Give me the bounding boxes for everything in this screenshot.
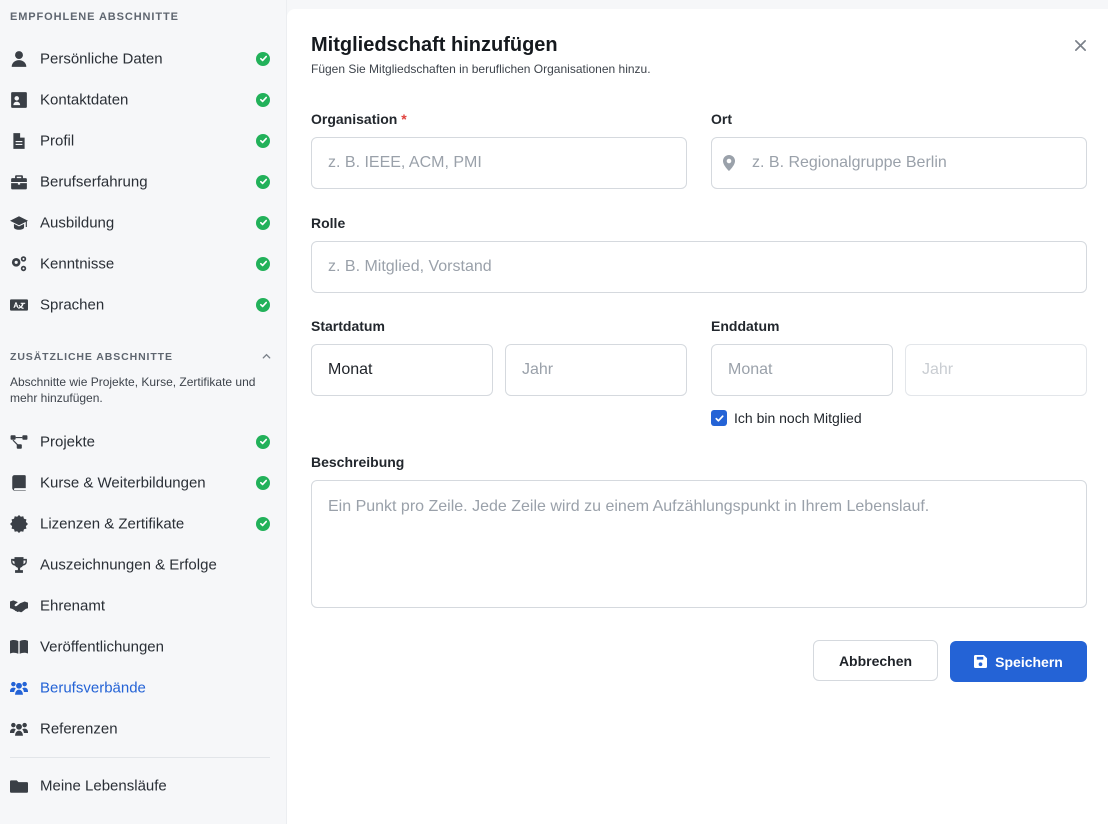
contact-card-icon [10, 91, 28, 109]
gears-icon [10, 255, 28, 273]
additional-sections-description: Abschnitte wie Projekte, Kurse, Zertifik… [10, 375, 256, 405]
sidebar-item-label: Kurse & Weiterbildungen [40, 474, 206, 491]
role-label: Rolle [311, 215, 346, 231]
sidebar-item-label: Meine Lebensläufe [40, 777, 167, 794]
people-icon [10, 720, 28, 738]
language-icon [10, 296, 28, 314]
start-date-label: Startdatum [311, 318, 385, 334]
start-month-select[interactable] [311, 344, 493, 396]
check-icon [256, 475, 270, 490]
handshake-icon [10, 597, 28, 615]
certificate-icon [10, 514, 28, 533]
trophy-icon [10, 556, 28, 574]
sidebar-item-awards[interactable]: Auszeichnungen & Erfolge [0, 544, 287, 585]
floppy-disk-icon [974, 655, 988, 668]
still-member-checkbox[interactable] [711, 410, 727, 426]
sidebar-item-courses[interactable]: Kurse & Weiterbildungen [0, 462, 287, 503]
sidebar-item-label: Sprachen [40, 296, 105, 313]
page-title: Mitgliedschaft hinzufügen [311, 34, 558, 56]
sidebar-item-label: Ehrenamt [40, 597, 106, 614]
sidebar-item-professional-associations[interactable]: Berufsverbände [0, 667, 287, 708]
location-label: Ort [711, 111, 732, 127]
sidebar-item-label: Projekte [40, 433, 96, 450]
check-icon [256, 434, 270, 449]
organisation-input[interactable] [311, 137, 687, 189]
cancel-button[interactable]: Abbrechen [813, 640, 938, 681]
end-month-select[interactable] [711, 344, 893, 396]
sidebar-divider [10, 757, 270, 758]
briefcase-icon [10, 173, 28, 191]
additional-sections-heading: ZUSÄTZLICHE ABSCHNITTE [10, 351, 173, 363]
organisation-label: Organisation * [311, 111, 407, 127]
description-label: Beschreibung [311, 454, 405, 470]
graduation-cap-icon [10, 214, 28, 232]
sidebar-item-volunteering[interactable]: Ehrenamt [0, 585, 287, 626]
check-icon [256, 133, 270, 148]
sidebar-item-profile[interactable]: Profil [0, 120, 287, 161]
document-icon [10, 132, 28, 150]
page-subtitle: Fügen Sie Mitgliedschaften in berufliche… [311, 62, 651, 76]
sidebar: EMPFOHLENE ABSCHNITTE Persönliche Daten … [0, 0, 287, 824]
location-input[interactable] [711, 137, 1087, 189]
diagram-icon [10, 433, 28, 451]
folder-icon [10, 777, 28, 795]
sidebar-item-references[interactable]: Referenzen [0, 708, 287, 749]
recommended-sections-heading: EMPFOHLENE ABSCHNITTE [10, 11, 179, 23]
sidebar-item-label: Kenntnisse [40, 255, 115, 272]
sidebar-item-contact[interactable]: Kontaktdaten [0, 79, 287, 120]
people-group-icon [10, 679, 28, 697]
sidebar-item-projects[interactable]: Projekte [0, 421, 287, 462]
save-button-label: Speichern [995, 653, 1063, 670]
required-mark: * [401, 111, 407, 127]
user-icon [10, 50, 28, 68]
sidebar-item-label: Ausbildung [40, 214, 115, 231]
description-textarea[interactable] [311, 480, 1087, 608]
sidebar-item-label: Kontaktdaten [40, 91, 129, 108]
sidebar-item-label: Profil [40, 132, 75, 149]
sidebar-item-label: Auszeichnungen & Erfolge [40, 556, 217, 573]
sidebar-item-my-resumes[interactable]: Meine Lebensläufe [0, 765, 287, 806]
organisation-label-text: Organisation [311, 111, 398, 127]
membership-form-panel [287, 9, 1108, 824]
start-year-input[interactable] [505, 344, 687, 396]
check-icon [256, 297, 270, 312]
sidebar-item-label: Referenzen [40, 720, 118, 737]
chevron-up-icon[interactable] [259, 349, 273, 363]
check-icon [256, 516, 270, 531]
sidebar-item-publications[interactable]: Veröffentlichungen [0, 626, 287, 667]
save-button[interactable]: Speichern [950, 641, 1087, 682]
sidebar-item-licenses[interactable]: Lizenzen & Zertifikate [0, 503, 287, 544]
end-year-input[interactable] [905, 344, 1087, 396]
sidebar-item-skills[interactable]: Kenntnisse [0, 243, 287, 284]
sidebar-item-label: Persönliche Daten [40, 50, 163, 67]
sidebar-item-experience[interactable]: Berufserfahrung [0, 161, 287, 202]
sidebar-item-label: Berufsverbände [40, 679, 146, 696]
check-icon [256, 256, 270, 271]
check-icon [256, 92, 270, 107]
check-icon [256, 51, 270, 66]
book-icon [10, 474, 28, 492]
sidebar-item-education[interactable]: Ausbildung [0, 202, 287, 243]
sidebar-item-label: Veröffentlichungen [40, 638, 164, 655]
role-input[interactable] [311, 241, 1087, 293]
cancel-button-label: Abbrechen [838, 652, 913, 669]
sidebar-item-label: Lizenzen & Zertifikate [40, 515, 185, 532]
open-book-icon [10, 638, 28, 656]
end-date-label: Enddatum [711, 318, 780, 334]
sidebar-item-languages[interactable]: Sprachen [0, 284, 287, 325]
still-member-label: Ich bin noch Mitglied [734, 410, 862, 426]
sidebar-item-personal-data[interactable]: Persönliche Daten [0, 38, 287, 79]
close-icon[interactable] [1071, 36, 1089, 54]
sidebar-item-label: Berufserfahrung [40, 173, 148, 190]
check-icon [256, 174, 270, 189]
map-pin-icon [722, 154, 736, 172]
check-icon [256, 215, 270, 230]
